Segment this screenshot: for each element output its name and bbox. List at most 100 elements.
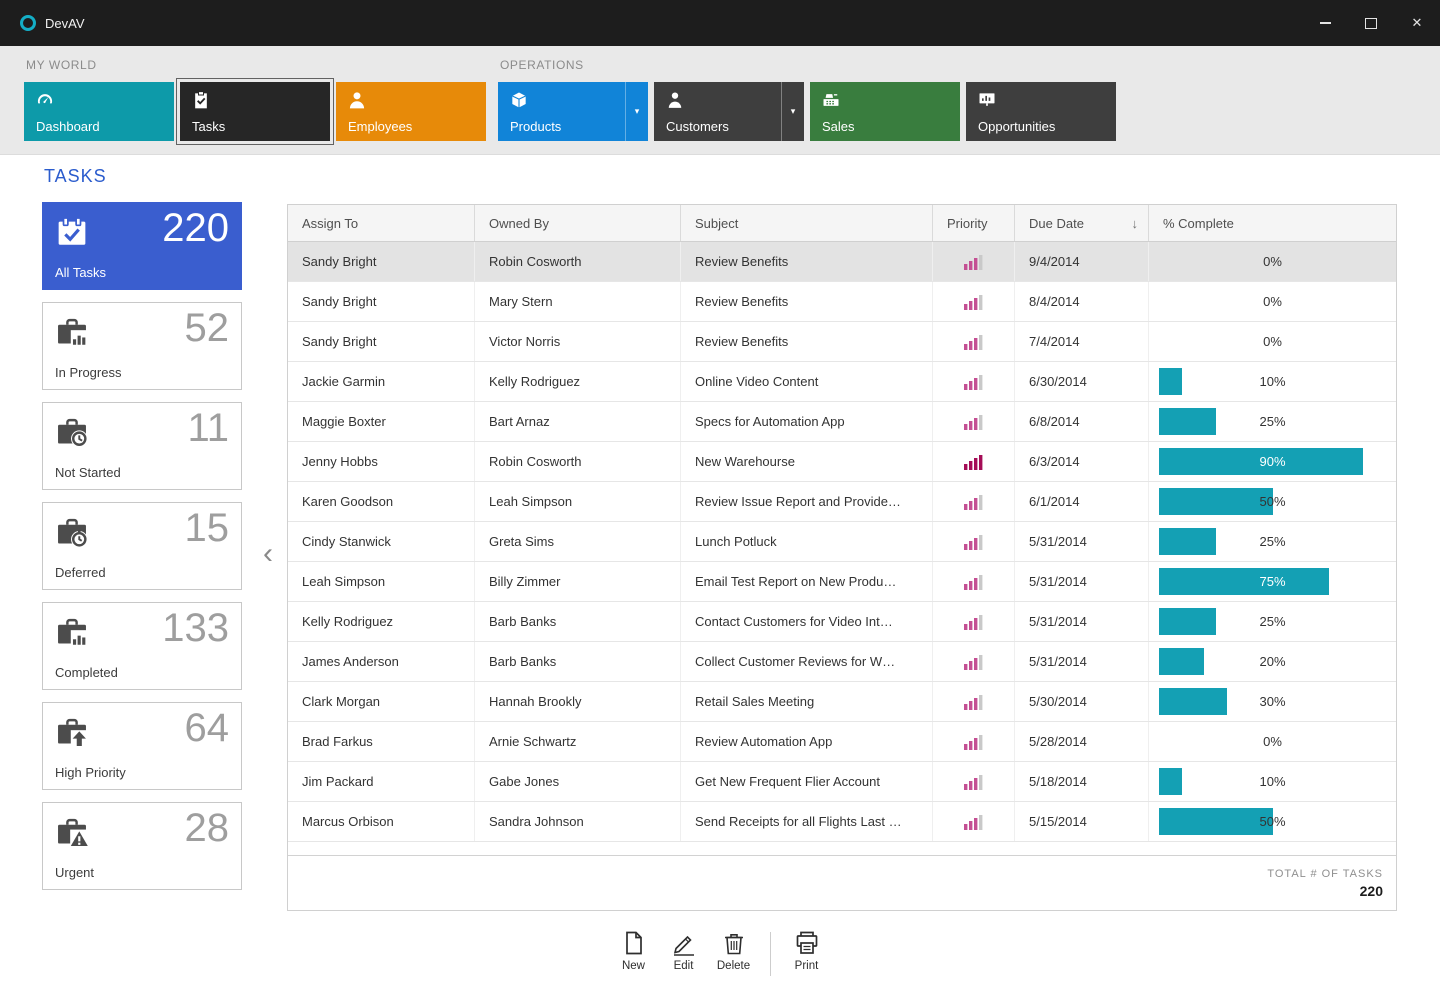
task-tiles: 220All Tasks 52In Progress 11Not Started 15… [42,202,242,890]
cell-percent-complete: 50% [1149,482,1396,521]
task-tile-not-started[interactable]: 11Not Started [42,402,242,490]
cell-due-date: 5/31/2014 [1015,642,1149,681]
table-row[interactable]: Karen GoodsonLeah SimpsonReview Issue Re… [288,482,1396,522]
cell-owned-by: Barb Banks [475,642,681,681]
cell-percent-complete: 50% [1149,802,1396,841]
task-tile-all-tasks[interactable]: 220All Tasks [42,202,242,290]
ribbon-button-employees[interactable]: Employees [336,82,486,141]
app-logo-icon [20,15,36,31]
cell-subject: Online Video Content [681,362,933,401]
cell-subject: Collect Customer Reviews for W… [681,642,933,681]
cell-percent-complete: 20% [1149,642,1396,681]
percent-label: 75% [1149,562,1396,601]
table-row[interactable]: James AndersonBarb BanksCollect Customer… [288,642,1396,682]
cell-priority [933,802,1015,841]
tile-count: 15 [185,505,230,551]
cell-owned-by: Kelly Rodriguez [475,362,681,401]
printer-icon [794,930,820,956]
ribbon-group-label: MY WORLD [26,58,486,73]
table-row[interactable]: Marcus OrbisonSandra JohnsonSend Receipt… [288,802,1396,842]
task-tile-in-progress[interactable]: 52In Progress [42,302,242,390]
cell-assign-to: Sandy Bright [288,242,475,281]
ribbon-groups: MY WORLDDashboardTasksEmployeesOPERATION… [0,46,1440,141]
edit-pencil-icon [671,930,697,956]
collapse-panel-button[interactable]: ‹ [256,536,280,572]
maximize-button[interactable] [1348,0,1394,46]
cell-priority [933,762,1015,801]
maximize-icon [1365,18,1377,29]
close-button[interactable] [1394,0,1440,46]
cell-priority [933,522,1015,561]
task-tile-high-priority[interactable]: 64High Priority [42,702,242,790]
new-document-icon [621,930,647,956]
tile-label: Urgent [55,865,94,880]
dropdown-arrow-icon[interactable]: ▾ [625,82,648,141]
table-row[interactable]: Sandy BrightMary SternReview Benefits8/4… [288,282,1396,322]
toolbar-edit-button[interactable]: Edit [662,930,706,972]
cell-priority [933,282,1015,321]
cell-subject: Review Benefits [681,322,933,361]
column-header-assign-to[interactable]: Assign To [288,205,475,241]
ribbon-button-customers[interactable]: Customers▾ [654,82,804,141]
tile-count: 11 [187,405,229,451]
column-header-complete[interactable]: % Complete [1149,205,1396,241]
cell-percent-complete: 10% [1149,762,1396,801]
cell-percent-complete: 10% [1149,362,1396,401]
cell-assign-to: Sandy Bright [288,282,475,321]
priority-normal-icon [964,734,983,750]
ribbon-button-dashboard[interactable]: Dashboard [24,82,174,141]
cell-subject: Get New Frequent Flier Account [681,762,933,801]
ribbon-button-opportunities[interactable]: Opportunities [966,82,1116,141]
column-header-owned-by[interactable]: Owned By [475,205,681,241]
priority-normal-icon [964,374,983,390]
cell-due-date: 5/31/2014 [1015,602,1149,641]
tile-label: High Priority [55,765,126,780]
column-header-due-date[interactable]: Due Date↓ [1015,205,1149,241]
priority-high-icon [964,454,983,470]
toolbar-print-button[interactable]: Print [785,930,829,972]
table-row[interactable]: Brad FarkusArnie SchwartzReview Automati… [288,722,1396,762]
ribbon-button-products[interactable]: Products▾ [498,82,648,141]
table-row[interactable]: Kelly RodriguezBarb BanksContact Custome… [288,602,1396,642]
grid-body: Sandy BrightRobin CosworthReview Benefit… [288,242,1396,842]
cell-assign-to: Marcus Orbison [288,802,475,841]
table-row[interactable]: Maggie BoxterBart ArnazSpecs for Automat… [288,402,1396,442]
table-row[interactable]: Jackie GarminKelly RodriguezOnline Video… [288,362,1396,402]
task-tile-deferred[interactable]: 15Deferred [42,502,242,590]
not-started-icon [55,415,89,449]
cell-subject: Send Receipts for all Flights Last … [681,802,933,841]
cell-subject: Review Benefits [681,242,933,281]
cell-subject: Specs for Automation App [681,402,933,441]
table-row[interactable]: Sandy BrightRobin CosworthReview Benefit… [288,242,1396,282]
summary-value: 220 [1360,883,1383,899]
grid-header: Assign ToOwned BySubjectPriorityDue Date… [288,205,1396,242]
dropdown-arrow-icon[interactable]: ▾ [781,82,804,141]
cell-owned-by: Billy Zimmer [475,562,681,601]
cell-assign-to: Cindy Stanwick [288,522,475,561]
cell-owned-by: Sandra Johnson [475,802,681,841]
table-row[interactable]: Jenny HobbsRobin CosworthNew Warehourse6… [288,442,1396,482]
cell-percent-complete: 90% [1149,442,1396,481]
cell-subject: Retail Sales Meeting [681,682,933,721]
table-row[interactable]: Clark MorganHannah BrooklyRetail Sales M… [288,682,1396,722]
cell-owned-by: Gabe Jones [475,762,681,801]
table-row[interactable]: Cindy StanwickGreta SimsLunch Potluck5/3… [288,522,1396,562]
table-row[interactable]: Jim PackardGabe JonesGet New Frequent Fl… [288,762,1396,802]
table-row[interactable]: Leah SimpsonBilly ZimmerEmail Test Repor… [288,562,1396,602]
minimize-button[interactable] [1302,0,1348,46]
toolbar-new-button[interactable]: New [612,930,656,972]
in-progress-icon [55,315,89,349]
ribbon-button-sales[interactable]: Sales [810,82,960,141]
percent-label: 30% [1149,682,1396,721]
column-header-priority[interactable]: Priority [933,205,1015,241]
column-header-subject[interactable]: Subject [681,205,933,241]
ribbon-button-label: Sales [822,119,855,134]
ribbon-button-tasks[interactable]: Tasks [180,82,330,141]
column-header-label: % Complete [1163,216,1234,231]
task-tile-urgent[interactable]: 28Urgent [42,802,242,890]
cell-owned-by: Mary Stern [475,282,681,321]
table-row[interactable]: Sandy BrightVictor NorrisReview Benefits… [288,322,1396,362]
task-tile-completed[interactable]: 133Completed [42,602,242,690]
toolbar-delete-button[interactable]: Delete [712,930,756,972]
app-window: DevAV MY WORLDDashboardTasksEmployeesOPE… [0,0,1440,1000]
